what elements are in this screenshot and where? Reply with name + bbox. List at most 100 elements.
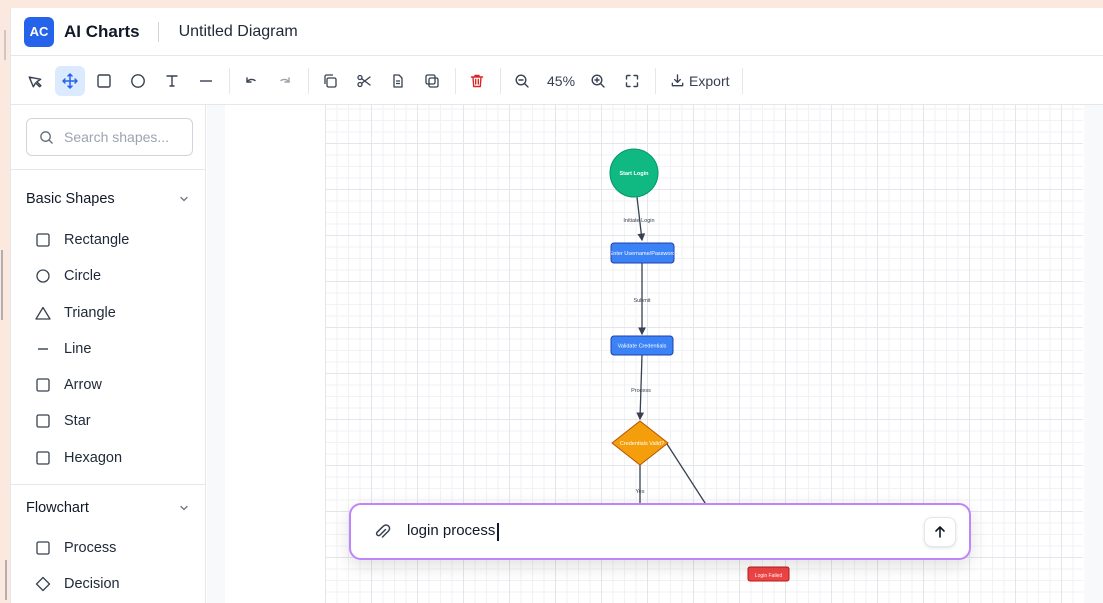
shape-label: Triangle	[64, 305, 116, 321]
circle-icon	[131, 73, 145, 88]
diagram-title[interactable]: Untitled Diagram	[179, 23, 298, 41]
chevron-down-icon	[180, 505, 188, 511]
node-label: Credentials Valid?	[620, 441, 664, 447]
trash-icon	[470, 74, 484, 87]
paperclip-icon[interactable]	[373, 523, 391, 541]
shape-item-decision[interactable]: Decision	[35, 570, 120, 598]
shape-label: Arrow	[64, 377, 102, 393]
section-title: Flowchart	[26, 500, 89, 516]
zoom-out-button[interactable]	[507, 66, 537, 96]
text-tool-button[interactable]	[157, 66, 187, 96]
header-bar: AC AI Charts Untitled Diagram	[11, 8, 1103, 56]
header-divider	[157, 21, 159, 42]
edge-label: Submit	[633, 298, 651, 304]
node-label: Enter Username/Password	[610, 251, 676, 257]
undo-button[interactable]	[236, 66, 266, 96]
square-icon	[36, 541, 50, 555]
rectangle-tool-button[interactable]	[89, 66, 119, 96]
toolbar-divider	[500, 67, 501, 94]
arrow-up-icon	[935, 526, 945, 538]
shape-item-arrow[interactable]: Arrow	[35, 371, 102, 399]
node-label: Login Failed	[755, 573, 782, 579]
edge-label: Yes	[636, 489, 645, 495]
duplicate-icon	[425, 73, 439, 88]
node-start-login[interactable]: Start Login	[609, 148, 659, 198]
shape-item-star[interactable]: Star	[35, 407, 91, 435]
diamond-icon	[35, 576, 51, 592]
select-tool-button[interactable]	[21, 66, 51, 96]
circle-icon	[36, 269, 50, 283]
node-enter-credentials[interactable]: Enter Username/Password	[610, 242, 676, 264]
edge-label: Process	[631, 388, 651, 394]
zoom-in-icon	[591, 73, 605, 88]
shape-item-triangle[interactable]: Triangle	[35, 299, 116, 327]
section-title: Basic Shapes	[26, 191, 115, 207]
download-icon	[671, 74, 684, 87]
shape-item-rectangle[interactable]: Rectangle	[35, 226, 129, 254]
shape-label: Hexagon	[64, 450, 123, 466]
app-window: AC AI Charts Untitled Diagram 45% Export…	[10, 8, 1103, 603]
search-input[interactable]	[64, 129, 184, 145]
copy-button[interactable]	[315, 66, 345, 96]
redo-button[interactable]	[270, 66, 300, 96]
move-icon	[62, 72, 78, 89]
delete-button[interactable]	[462, 66, 492, 96]
undo-icon	[246, 76, 256, 83]
node-credentials-valid-decision[interactable]: Credentials Valid?	[611, 420, 669, 466]
node-label: Start Login	[619, 171, 649, 177]
ai-prompt-bar[interactable]: login process	[349, 503, 971, 560]
text-icon	[166, 74, 178, 87]
app-name: AI Charts	[64, 21, 140, 41]
edge-label: Initiate Login	[623, 218, 654, 224]
shape-label: Star	[64, 413, 91, 429]
edge-validate-to-decision[interactable]	[636, 354, 645, 421]
paste-button[interactable]	[383, 66, 413, 96]
zoom-out-icon	[515, 73, 529, 88]
shape-item-process[interactable]: Process	[35, 534, 116, 562]
send-button[interactable]	[924, 517, 956, 547]
export-button[interactable]: Export	[662, 73, 737, 89]
toolbar-divider	[455, 67, 456, 94]
shape-label: Decision	[64, 576, 120, 592]
shape-label: Line	[64, 341, 92, 357]
document-icon	[393, 73, 403, 88]
zoom-level: 45%	[547, 72, 576, 89]
section-header-flowchart[interactable]: Flowchart	[11, 488, 205, 528]
rectangle-icon	[97, 73, 111, 88]
redo-icon	[280, 76, 290, 83]
toolbar-divider	[229, 67, 230, 94]
shape-item-circle[interactable]: Circle	[35, 262, 101, 290]
line-icon	[200, 79, 212, 82]
node-label: Validate Credentials	[618, 344, 667, 350]
shape-item-hexagon[interactable]: Hexagon	[35, 444, 122, 472]
toolbar-divider	[308, 67, 309, 94]
line-icon	[38, 348, 48, 350]
search-box[interactable]	[26, 118, 193, 156]
app-logo: AC	[24, 16, 54, 47]
duplicate-button[interactable]	[417, 66, 447, 96]
shape-label: Rectangle	[64, 232, 130, 248]
zoom-in-button[interactable]	[583, 66, 613, 96]
node-validate-credentials[interactable]: Validate Credentials	[610, 335, 674, 356]
edge-decision-no[interactable]	[666, 443, 708, 507]
export-label: Export	[689, 72, 730, 89]
shape-item-line[interactable]: Line	[35, 335, 91, 363]
prompt-input[interactable]: login process	[407, 522, 500, 541]
fit-screen-button[interactable]	[617, 66, 647, 96]
chevron-down-icon	[180, 196, 188, 202]
line-tool-button[interactable]	[191, 66, 221, 96]
cut-button[interactable]	[349, 66, 379, 96]
triangle-icon	[35, 306, 51, 320]
toolbar: 45% Export	[11, 57, 1103, 105]
shape-library-sidebar: Basic Shapes Rectangle Circle Triangle L…	[11, 105, 206, 603]
circle-tool-button[interactable]	[123, 66, 153, 96]
move-tool-button[interactable]	[55, 65, 85, 96]
left-edge-decoration	[0, 0, 10, 603]
section-header-basic-shapes[interactable]: Basic Shapes	[11, 179, 205, 219]
square-icon	[36, 414, 50, 428]
section-divider	[11, 484, 205, 485]
section-divider	[11, 169, 205, 170]
prompt-value: login process	[407, 522, 496, 540]
shape-label: Circle	[64, 268, 102, 284]
node-login-failed[interactable]: Login Failed	[747, 566, 790, 582]
